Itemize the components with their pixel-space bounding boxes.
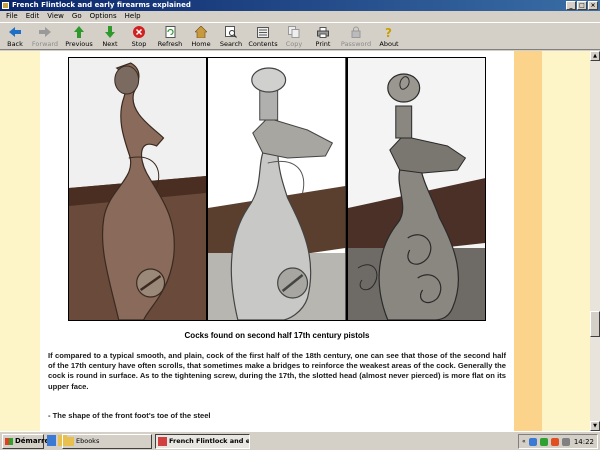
svg-text:?: ?: [385, 26, 392, 38]
window-title-bar: French Flintlock and early firearms expl…: [0, 0, 600, 11]
cock-photo-rusty: [69, 58, 207, 320]
task-ebooks[interactable]: Ebooks: [62, 434, 152, 449]
image-caption: Cocks found on second half 17th century …: [184, 331, 370, 340]
contents-icon: [257, 26, 269, 38]
menu-file[interactable]: File: [2, 11, 22, 22]
tray-expand-icon[interactable]: «: [522, 438, 526, 445]
task-french-flintlock[interactable]: French Flintlock and e...: [155, 434, 250, 449]
windows-logo-icon: [5, 438, 13, 445]
app-icon: [2, 2, 9, 9]
decorative-band: [514, 51, 542, 431]
article-page: Cocks found on second half 17th century …: [40, 51, 514, 431]
copy-button[interactable]: Copy: [280, 23, 308, 50]
printer-icon: [317, 26, 329, 38]
flintlock-cocks-photo: [68, 57, 486, 321]
menu-view[interactable]: View: [43, 11, 68, 22]
stop-icon: [133, 26, 145, 38]
toolbar: Back Forward Previous Next Stop Refresh …: [0, 22, 600, 50]
next-button[interactable]: Next: [96, 23, 124, 50]
scroll-down-button[interactable]: ▼: [590, 421, 600, 431]
taskbar: Démarrer Ebooks French Flintlock and e..…: [0, 431, 600, 450]
close-button[interactable]: ×: [588, 1, 598, 10]
lock-icon: [350, 26, 362, 38]
contents-button[interactable]: Contents: [246, 23, 280, 50]
up-arrow-icon: [73, 26, 85, 38]
ebook-app-icon: [158, 437, 167, 446]
maximize-button[interactable]: □: [577, 1, 587, 10]
window-title: French Flintlock and early firearms expl…: [12, 1, 191, 9]
menu-edit[interactable]: Edit: [22, 11, 44, 22]
back-arrow-icon: [9, 26, 21, 38]
back-button[interactable]: Back: [2, 23, 28, 50]
down-arrow-icon: [104, 26, 116, 38]
home-button[interactable]: Home: [186, 23, 216, 50]
folder-icon: [65, 437, 74, 446]
start-button[interactable]: Démarrer: [2, 434, 53, 449]
scroll-up-button[interactable]: ▲: [590, 51, 600, 61]
forward-button[interactable]: Forward: [28, 23, 62, 50]
search-button[interactable]: Search: [216, 23, 246, 50]
refresh-button[interactable]: Refresh: [154, 23, 186, 50]
tray-volume-icon[interactable]: [561, 437, 570, 446]
print-button[interactable]: Print: [308, 23, 338, 50]
home-icon: [195, 26, 207, 38]
tray-security-icon[interactable]: [539, 437, 548, 446]
password-button[interactable]: Password: [338, 23, 374, 50]
system-tray: « 14:22: [518, 434, 598, 449]
about-button[interactable]: ? About: [374, 23, 404, 50]
vertical-scrollbar[interactable]: ▲ ▼: [590, 51, 600, 431]
search-icon: [225, 26, 237, 38]
content-area: Cocks found on second half 17th century …: [0, 51, 590, 431]
forward-arrow-icon: [39, 26, 51, 38]
clock: 14:22: [573, 437, 594, 446]
previous-button[interactable]: Previous: [62, 23, 96, 50]
cock-photo-ornate: [347, 58, 485, 320]
stop-button[interactable]: Stop: [124, 23, 154, 50]
menu-go[interactable]: Go: [68, 11, 86, 22]
quick-launch-ie-icon[interactable]: [47, 435, 56, 446]
copy-icon: [288, 26, 300, 38]
help-icon: ?: [383, 26, 395, 38]
decorative-band-outer: [542, 51, 590, 431]
tray-app-icon[interactable]: [550, 437, 559, 446]
article-subheading: - The shape of the front foot's toe of t…: [48, 411, 211, 420]
article-paragraph: If compared to a typical smooth, and pla…: [48, 351, 506, 391]
scroll-thumb[interactable]: [590, 311, 600, 337]
refresh-icon: [164, 26, 176, 38]
menu-bar: File Edit View Go Options Help: [0, 11, 600, 22]
menu-help[interactable]: Help: [121, 11, 145, 22]
minimize-button[interactable]: _: [566, 1, 576, 10]
menu-options[interactable]: Options: [86, 11, 121, 22]
tray-network-icon[interactable]: [528, 437, 537, 446]
cock-photo-polished: [208, 58, 346, 320]
